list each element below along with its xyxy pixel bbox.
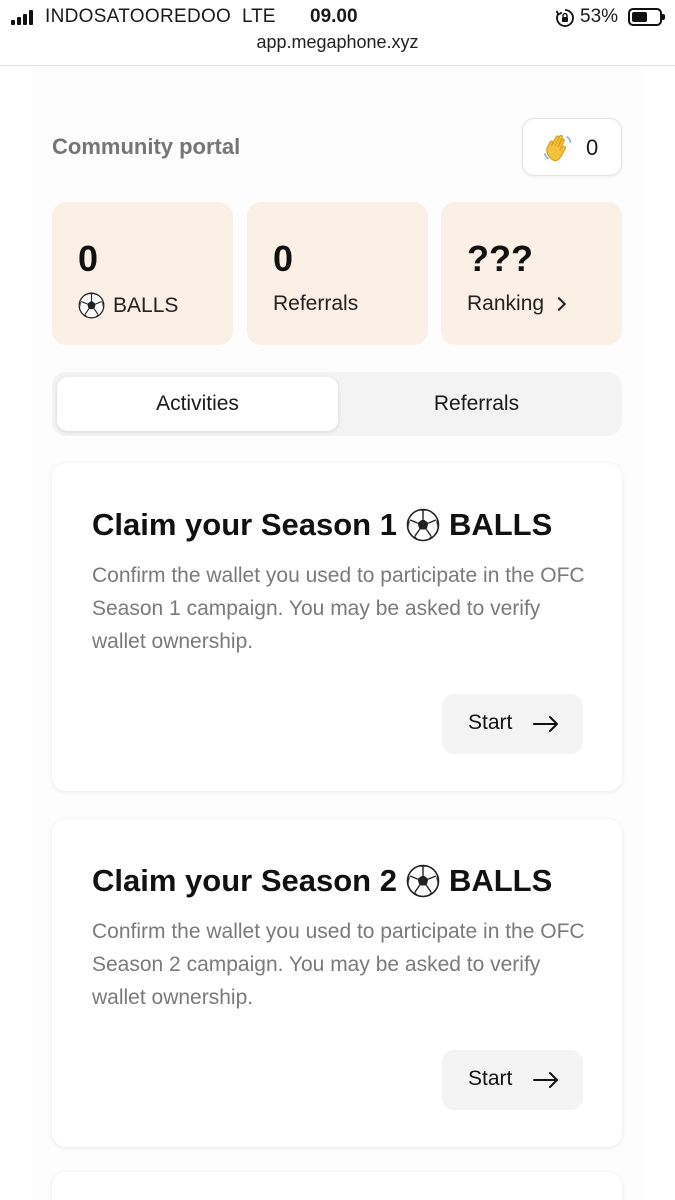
carrier-name: INDOSATOOREDOO: [45, 6, 232, 27]
battery-icon: [628, 8, 665, 26]
tab-bar: Activities Referrals: [52, 372, 622, 436]
url-bar[interactable]: app.megaphone.xyz: [0, 32, 675, 66]
waving-hand-icon: [544, 134, 572, 162]
referrals-value: 0: [273, 238, 294, 279]
soccer-ball-icon: [406, 508, 440, 542]
page-title: Community portal: [52, 134, 241, 159]
tab-referrals[interactable]: Referrals: [336, 377, 617, 431]
arrow-right-icon: [533, 716, 558, 732]
balls-stat-card: 0 BALLS: [52, 202, 233, 345]
url-text: app.megaphone.xyz: [256, 32, 419, 52]
activity-card-season-1: Claim your Season 1 BALLS Confirm the wa…: [52, 463, 622, 791]
soccer-ball-icon: [406, 864, 440, 898]
start-button-season-1[interactable]: Start: [442, 694, 583, 754]
activity-description: Confirm the wallet you used to participa…: [92, 564, 585, 653]
status-bar: INDOSATOOREDOO LTE 09.00 53%: [0, 0, 675, 34]
activity-title: Claim your Season 2 BALLS: [92, 863, 552, 899]
balls-value: 0: [78, 238, 99, 279]
network-type: LTE: [242, 6, 276, 27]
tab-activities[interactable]: Activities: [57, 377, 338, 431]
start-button-label: Start: [468, 711, 513, 734]
balls-label: BALLS: [113, 293, 179, 317]
ranking-stat-card[interactable]: ??? Ranking: [441, 202, 622, 345]
clock: 09.00: [310, 6, 358, 27]
ranking-link[interactable]: Ranking: [467, 292, 567, 316]
activity-description: Confirm the wallet you used to participa…: [92, 920, 585, 1009]
balls-label-row: BALLS: [78, 292, 178, 319]
activity-title: Claim your Season 1 BALLS: [92, 507, 552, 543]
start-button-season-2[interactable]: Start: [442, 1050, 583, 1110]
activity-title-suffix: BALLS: [448, 863, 553, 898]
activity-card-season-2: Claim your Season 2 BALLS Confirm the wa…: [52, 819, 622, 1147]
arrow-right-icon: [533, 1072, 558, 1088]
wave-button[interactable]: 0: [522, 118, 622, 176]
wave-count: 0: [586, 135, 599, 160]
activity-title-text: Claim your Season 2: [92, 863, 397, 898]
battery-percentage: 53%: [580, 6, 619, 27]
ranking-label: Ranking: [467, 292, 545, 315]
activity-title-text: Claim your Season 1: [92, 507, 397, 542]
ranking-value: ???: [467, 238, 533, 279]
signal-strength-icon: [11, 9, 39, 25]
referrals-label: Referrals: [273, 292, 358, 316]
activity-title-suffix: BALLS: [448, 507, 553, 542]
chevron-right-icon: [551, 296, 567, 312]
referrals-stat-card: 0 Referrals: [247, 202, 428, 345]
rotation-lock-icon: [555, 9, 574, 27]
soccer-ball-icon: [78, 292, 105, 319]
activity-card-next: [52, 1172, 622, 1200]
referrals-label-text: Referrals: [273, 292, 359, 315]
start-button-label: Start: [468, 1067, 513, 1090]
